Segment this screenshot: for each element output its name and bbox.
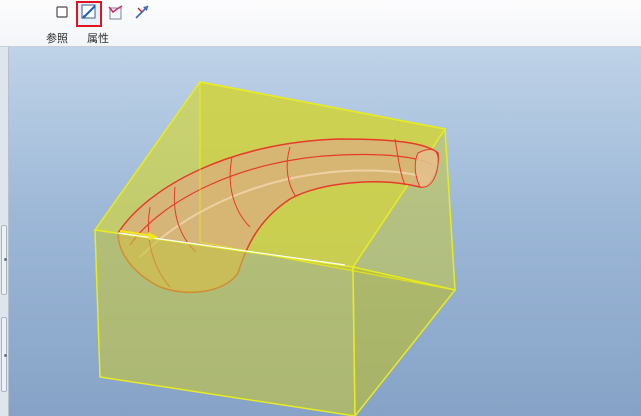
graphics-viewport[interactable] <box>0 47 641 416</box>
lower-sash-handle[interactable] <box>1 317 7 392</box>
references-label[interactable]: 参照 <box>46 30 68 46</box>
box-right-face <box>352 266 457 416</box>
sketch-tool-button[interactable] <box>76 1 102 27</box>
square-plane-icon <box>54 4 70 24</box>
plane-tool-button[interactable] <box>51 3 73 25</box>
left-panel-strip <box>0 47 9 416</box>
axis-tool-button[interactable] <box>131 3 153 25</box>
trajectory-tool-button[interactable] <box>105 3 127 25</box>
sketch-pencil-icon <box>79 2 99 26</box>
trajectory-icon <box>107 3 125 25</box>
upper-sash-handle[interactable] <box>1 225 7 295</box>
properties-label[interactable]: 属性 <box>87 30 109 46</box>
sweep-model <box>93 81 457 416</box>
axis-arrow-icon <box>133 3 151 25</box>
ribbon-toolbar: 参照 属性 <box>0 0 641 47</box>
